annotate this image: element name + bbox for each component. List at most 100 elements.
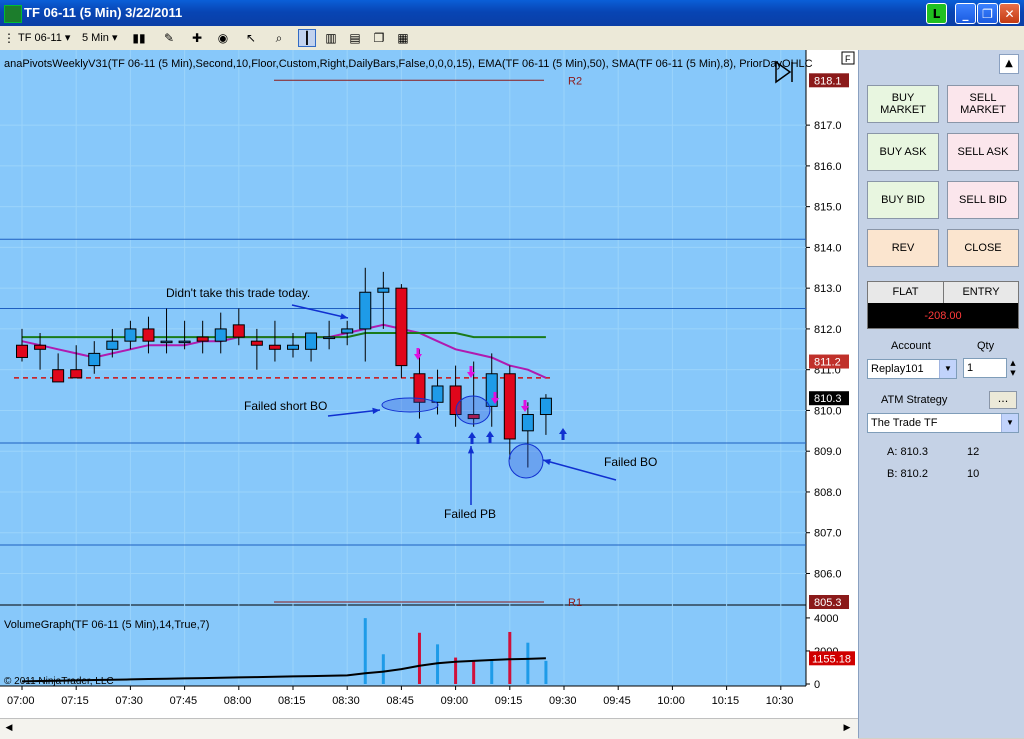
price-tick-label: 807.0 xyxy=(814,528,842,540)
candle-body xyxy=(160,340,173,344)
volume-tick-label: 4000 xyxy=(814,613,838,625)
candle-body xyxy=(178,340,191,344)
time-tick-label: 09:45 xyxy=(603,695,631,707)
price-tick-label: 809.0 xyxy=(814,446,842,458)
price-tick-label: 816.0 xyxy=(814,161,842,173)
buy-bid-button[interactable]: BUY BID xyxy=(867,181,939,219)
time-tick-label: 10:00 xyxy=(657,695,685,707)
ask-size: 12 xyxy=(967,446,980,458)
chevron-down-icon: ▾ xyxy=(64,32,71,44)
pivot-label-r1: R1 xyxy=(568,597,582,609)
restore-button[interactable]: ❐ xyxy=(977,3,998,24)
copy-icon[interactable]: ❐ xyxy=(370,29,388,47)
chart-toolbar: ⋮ TF 06-11 ▾ 5 Min ▾ ▮▮ ✎ ✚ ◉ ↖ ⌕ ┃ ▥ ▤ … xyxy=(0,26,1024,51)
price-tick-label: 810.0 xyxy=(814,405,842,417)
time-tick-label: 10:15 xyxy=(712,695,740,707)
price-chart[interactable]: R2 R1 anaPivotsWeeklyV31(TF 06-11 (5 Min),… xyxy=(0,50,858,738)
price-marker: 811.2 xyxy=(814,357,841,369)
sell-market-button[interactable]: SELL MARKET xyxy=(947,85,1019,123)
interval-selector[interactable]: 5 Min ▾ xyxy=(82,29,118,47)
time-tick-label: 07:15 xyxy=(61,695,89,707)
indicators-icon[interactable]: ▦ xyxy=(394,29,412,47)
time-tick-label: 10:30 xyxy=(766,695,794,707)
zoom-out-icon[interactable]: ◉ xyxy=(214,29,232,47)
candle-body xyxy=(196,336,209,342)
chart-properties-icon[interactable]: ▤ xyxy=(346,29,364,47)
pnl-value: -208.00 xyxy=(924,310,962,322)
candle-body xyxy=(377,287,390,293)
atm-more-button[interactable]: ... xyxy=(989,391,1017,409)
panel-flag: F xyxy=(845,54,851,64)
interval-label: 5 Min xyxy=(82,32,109,44)
candle-body xyxy=(106,340,119,350)
price-tick-label: 806.0 xyxy=(814,568,842,580)
scroll-right-icon[interactable]: ▶ xyxy=(840,721,854,735)
candle-body xyxy=(214,328,227,342)
candle-body xyxy=(503,373,516,440)
time-tick-label: 09:00 xyxy=(441,695,469,707)
bar-type-icon[interactable]: ▮▮ xyxy=(130,29,148,47)
account-select[interactable]: Replay101 ▼ xyxy=(867,359,957,379)
time-tick-label: 07:00 xyxy=(7,695,35,707)
qty-label: Qty xyxy=(977,340,995,352)
window-title: TF 06-11 (5 Min) 3/22/2011 xyxy=(24,5,183,20)
candle-body xyxy=(287,344,299,350)
candle-body xyxy=(250,340,263,346)
indicator-caption: anaPivotsWeeklyV31(TF 06-11 (5 Min),Seco… xyxy=(4,58,813,70)
candle-body xyxy=(16,344,28,358)
crosshair-icon[interactable]: ✚ xyxy=(188,29,206,47)
scroll-left-icon[interactable]: ◀ xyxy=(2,721,16,735)
instrument-label: TF 06-11 xyxy=(18,32,62,44)
minimize-button[interactable]: _ xyxy=(955,3,976,24)
qty-input[interactable]: 1 xyxy=(963,358,1007,378)
qty-stepper[interactable]: ▲ ▼ xyxy=(1007,358,1019,378)
zoom-icon[interactable]: ⌕ xyxy=(270,29,288,47)
highlight-ellipse xyxy=(455,395,491,425)
candle-body xyxy=(52,369,65,383)
time-tick-label: 08:45 xyxy=(386,695,414,707)
price-tick-label: 808.0 xyxy=(814,487,842,499)
chart-area[interactable]: R2 R1 anaPivotsWeeklyV31(TF 06-11 (5 Min),… xyxy=(0,50,858,738)
candle-body xyxy=(34,344,47,350)
annotation-label: Failed BO xyxy=(604,455,657,469)
candle-body xyxy=(70,369,83,379)
highlight-ellipse xyxy=(381,397,439,413)
candle-body xyxy=(341,328,354,334)
data-box-icon[interactable]: ▥ xyxy=(322,29,340,47)
atm-strategy-label: ATM Strategy xyxy=(881,394,948,406)
chart-scrollbar[interactable]: ◀ ▶ xyxy=(0,718,858,739)
price-marker: 810.3 xyxy=(814,393,842,405)
bid-price: B: 810.2 xyxy=(887,468,928,480)
chart-background xyxy=(0,50,806,686)
rev-button[interactable]: REV xyxy=(867,229,939,267)
sell-ask-button[interactable]: SELL ASK xyxy=(947,133,1019,171)
app-icon xyxy=(4,5,22,23)
chart-trader-panel: ▲ BUY MARKET SELL MARKET BUY ASK SELL ASK BUY … xyxy=(858,50,1024,738)
collapse-panel-icon[interactable]: ▲ xyxy=(999,54,1019,74)
volume-caption: VolumeGraph(TF 06-11 (5 Min),14,True,7) xyxy=(4,619,209,631)
chevron-down-icon[interactable]: ▼ xyxy=(1001,414,1018,432)
time-tick-label: 08:15 xyxy=(278,695,306,707)
pencil-icon[interactable]: ✎ xyxy=(160,29,178,47)
instrument-selector[interactable]: TF 06-11 ▾ xyxy=(18,29,70,47)
price-tick-label: 817.0 xyxy=(814,120,842,132)
close-button[interactable]: CLOSE xyxy=(947,229,1019,267)
connection-status-button[interactable]: L xyxy=(926,3,947,24)
candle-body xyxy=(268,344,281,350)
atm-strategy-select[interactable]: The Trade TF ▼ xyxy=(867,413,1019,433)
entry-label: ENTRY xyxy=(944,282,1018,303)
candle-body xyxy=(142,328,155,342)
buy-ask-button[interactable]: BUY ASK xyxy=(867,133,939,171)
annotation-label: Failed PB xyxy=(444,507,496,521)
chevron-down-icon[interactable]: ▼ xyxy=(939,360,956,378)
pointer-icon[interactable]: ↖ xyxy=(242,29,260,47)
bid-size: 10 xyxy=(967,468,980,480)
price-tick-label: 814.0 xyxy=(814,242,842,254)
close-button[interactable]: ✕ xyxy=(999,3,1020,24)
candle-body xyxy=(359,291,372,330)
buy-market-button[interactable]: BUY MARKET xyxy=(867,85,939,123)
candle-body xyxy=(323,336,336,340)
candlestick-style-icon[interactable]: ┃ xyxy=(298,29,316,47)
sell-bid-button[interactable]: SELL BID xyxy=(947,181,1019,219)
volume-marker: 1155.18 xyxy=(812,653,851,665)
